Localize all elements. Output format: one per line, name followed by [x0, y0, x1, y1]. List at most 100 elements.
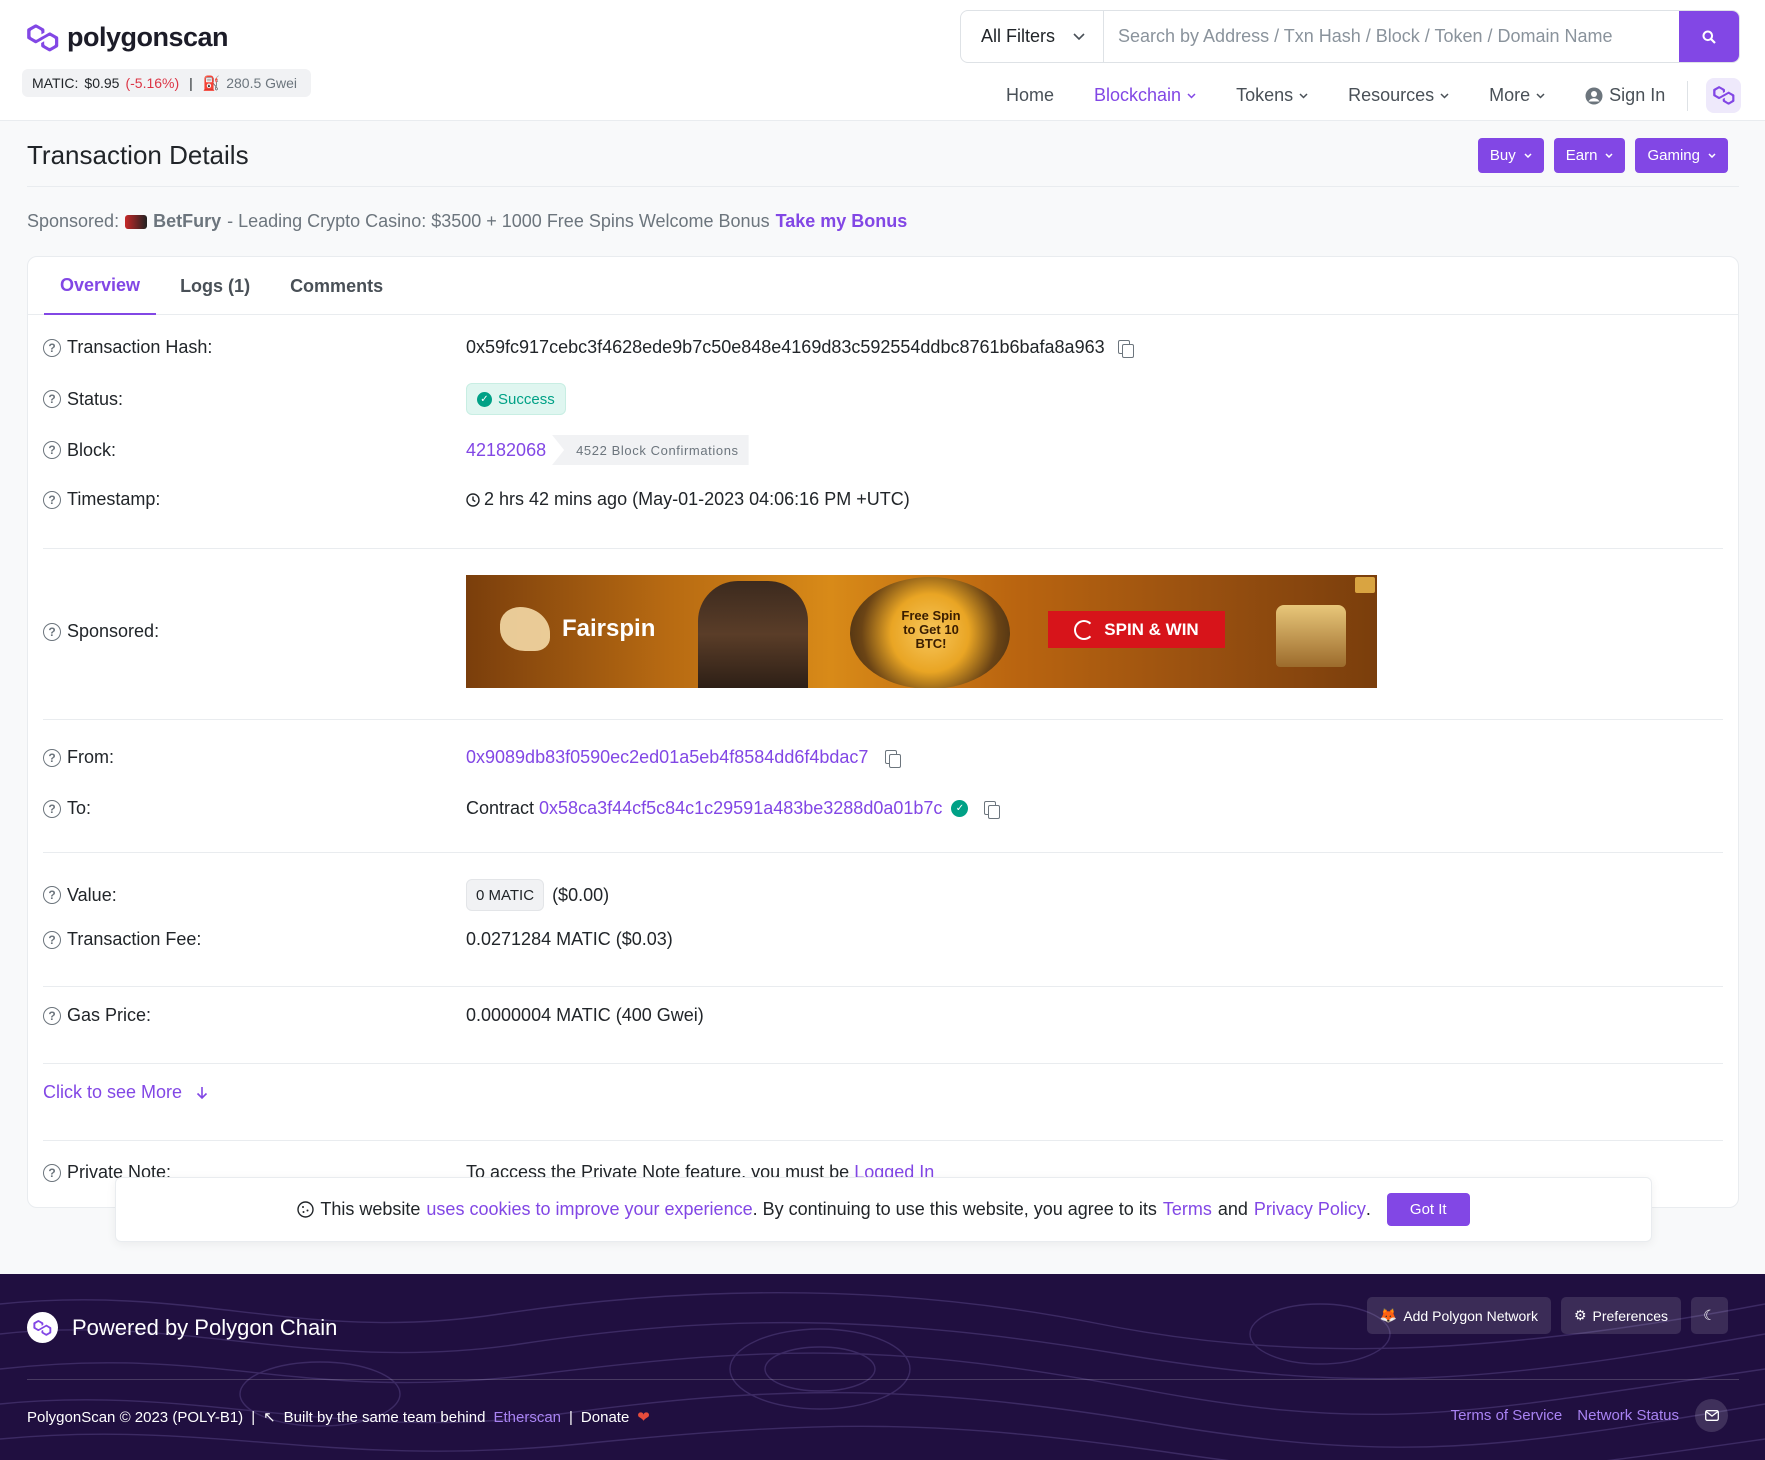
main-nav: Home Blockchain Tokens Resources More Si…	[1006, 78, 1742, 113]
network-status-link[interactable]: Network Status	[1577, 1407, 1679, 1424]
from-address-link[interactable]: 0x9089db83f0590ec2ed01a5eb4f8584dd6f4bda…	[466, 747, 868, 768]
spin-win-button[interactable]: SPIN & WIN	[1048, 611, 1225, 648]
fairspin-ad-banner[interactable]: Fairspin Free Spin to Get 10 BTC! SPIN &…	[466, 575, 1377, 688]
row-timestamp: ? Timestamp: 2 hrs 42 mins ago (May-01-20…	[43, 489, 910, 510]
row-value: 0x59fc917cebc3f4628ede9b7c50e848e4169d83…	[466, 337, 1134, 358]
transaction-hash: 0x59fc917cebc3f4628ede9b7c50e848e4169d83…	[466, 337, 1105, 357]
see-more-link[interactable]: Click to see More	[43, 1082, 208, 1103]
preferences-button[interactable]: ⚙ Preferences	[1560, 1297, 1681, 1334]
help-icon[interactable]: ?	[43, 441, 61, 459]
chevron-down-icon	[1708, 153, 1716, 158]
divider	[43, 1140, 1723, 1141]
polygon-logo-icon	[27, 23, 59, 51]
block-link[interactable]: 42182068	[466, 440, 546, 461]
sponsor-brand-link[interactable]: BetFury	[153, 211, 221, 232]
fee-label: Transaction Fee:	[67, 929, 202, 949]
cookie-text-3: and	[1217, 1199, 1248, 1219]
terms-link[interactable]: Terms	[1163, 1199, 1212, 1220]
see-more-label: Click to see More	[43, 1082, 183, 1102]
copy-icon[interactable]	[983, 800, 1001, 819]
transaction-card: Overview Logs (1) Comments ? Transaction …	[27, 256, 1739, 1208]
gas-value-link[interactable]: 280.5 Gwei	[226, 75, 297, 91]
chevron-down-icon	[1605, 153, 1613, 158]
copy-icon[interactable]	[884, 749, 902, 768]
confirmations-badge: 4522 Block Confirmations	[552, 435, 749, 465]
help-icon[interactable]: ?	[43, 930, 61, 949]
tab-comments[interactable]: Comments	[274, 257, 399, 315]
row-value: ? Value: 0 MATIC ($0.00)	[43, 879, 609, 911]
donate-link[interactable]: Donate	[581, 1409, 629, 1426]
user-circle-icon	[1585, 87, 1603, 104]
privacy-policy-link[interactable]: Privacy Policy	[1254, 1199, 1366, 1220]
price-value-link[interactable]: $0.95	[84, 75, 119, 91]
heart-icon: ❤	[637, 1409, 650, 1426]
title-divider	[27, 186, 1739, 187]
matic-price-pill: MATIC: $0.95 (-5.16%) | ⛽ 280.5 Gwei	[22, 69, 312, 97]
cookie-accept-button[interactable]: Got It	[1386, 1193, 1470, 1226]
nav-sign-in[interactable]: Sign In	[1585, 85, 1665, 106]
row-value: 0 MATIC ($0.00)	[466, 879, 609, 911]
buy-button[interactable]: Buy	[1477, 138, 1544, 173]
terms-of-service-link[interactable]: Terms of Service	[1451, 1407, 1563, 1424]
from-label: From:	[67, 747, 114, 767]
row-transaction-hash: ? Transaction Hash: 0x59fc917cebc3f4628ed…	[43, 337, 1134, 358]
tab-logs[interactable]: Logs (1)	[164, 257, 266, 315]
divider	[43, 1063, 1723, 1064]
cookie-text-4: .	[1365, 1199, 1371, 1219]
nav-divider	[1687, 80, 1689, 111]
row-value: 0.0271284 MATIC ($0.03)	[466, 929, 673, 950]
help-icon[interactable]: ?	[43, 1006, 61, 1025]
buy-label: Buy	[1489, 147, 1516, 164]
polygonscan-logo[interactable]: polygonscan	[27, 22, 229, 53]
cookie-policy-link[interactable]: uses cookies to improve your experience	[426, 1199, 752, 1220]
nav-resources[interactable]: Resources	[1348, 85, 1449, 106]
ad-info-icon[interactable]	[1355, 577, 1375, 593]
divider	[43, 986, 1723, 987]
nav-home[interactable]: Home	[1006, 85, 1054, 106]
search-button[interactable]	[1679, 11, 1739, 62]
help-icon[interactable]: ?	[43, 622, 61, 641]
earn-button[interactable]: Earn	[1553, 138, 1626, 173]
add-network-button[interactable]: 🦊 Add Polygon Network	[1366, 1297, 1551, 1334]
price-change: (-5.16%)	[125, 75, 180, 91]
block-label: Block:	[67, 439, 117, 460]
nav-blockchain[interactable]: Blockchain	[1094, 85, 1196, 106]
help-icon[interactable]: ?	[43, 490, 61, 509]
built-text: Built by the same team behind	[283, 1408, 486, 1426]
gears-icon: ⚙	[1573, 1307, 1587, 1323]
help-icon[interactable]: ?	[43, 799, 61, 818]
sponsored-text-ad: Sponsored: BetFury - Leading Crypto Casi…	[27, 211, 907, 232]
filter-select[interactable]: All Filters	[961, 11, 1104, 62]
metamask-fox-icon: 🦊	[1379, 1307, 1398, 1323]
gaming-button[interactable]: Gaming	[1635, 138, 1728, 173]
row-label: ? Transaction Hash:	[43, 337, 466, 358]
contact-button[interactable]	[1695, 1399, 1728, 1432]
chevron-down-icon	[1187, 92, 1196, 99]
help-icon[interactable]: ?	[43, 338, 61, 357]
moon-icon: ☾	[1703, 1307, 1716, 1323]
status-label: Status:	[67, 388, 124, 409]
nav-more[interactable]: More	[1489, 85, 1545, 106]
timestamp-label: Timestamp:	[67, 489, 161, 509]
search-input[interactable]	[1104, 11, 1679, 62]
row-value: 42182068 4522 Block Confirmations	[466, 435, 749, 465]
row-label: ? Status:	[43, 389, 466, 410]
nav-tokens[interactable]: Tokens	[1236, 85, 1308, 106]
help-icon[interactable]: ?	[43, 390, 61, 408]
polygon-logo-icon	[27, 1312, 58, 1343]
tab-overview[interactable]: Overview	[44, 257, 157, 315]
to-address-link[interactable]: 0x58ca3f44cf5c84c1c29591a483be3288d0a01b…	[539, 798, 942, 819]
dark-mode-toggle[interactable]: ☾	[1691, 1297, 1728, 1334]
copy-icon[interactable]	[1117, 339, 1134, 358]
help-icon[interactable]: ?	[43, 748, 61, 767]
price-label: MATIC:	[32, 75, 79, 91]
cookie-banner: This website uses cookies to improve you…	[115, 1177, 1652, 1242]
cookie-icon	[297, 1201, 315, 1218]
help-icon[interactable]: ?	[43, 886, 61, 904]
nav-tokens-label: Tokens	[1236, 85, 1294, 105]
etherscan-link[interactable]: Etherscan	[493, 1409, 561, 1426]
help-icon[interactable]: ?	[43, 1163, 61, 1182]
polygon-network-button[interactable]	[1706, 78, 1742, 113]
row-label: ? Timestamp:	[43, 489, 466, 510]
sponsor-cta-link[interactable]: Take my Bonus	[776, 211, 908, 232]
